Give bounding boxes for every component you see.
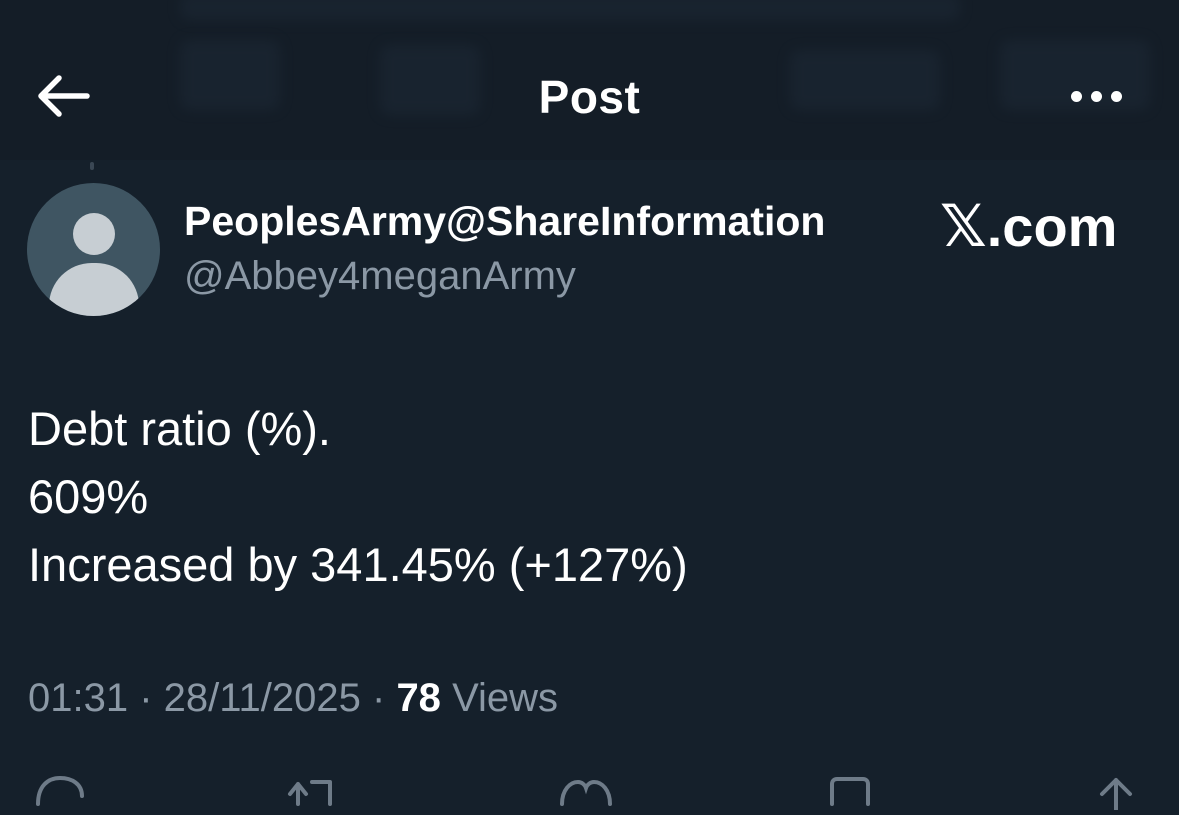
- author-display-name[interactable]: PeoplesArmy@ShareInformation: [184, 198, 825, 245]
- meta-separator: ·: [128, 676, 164, 720]
- post-line: Debt ratio (%).: [28, 402, 331, 455]
- more-horizontal-icon-dot: [1110, 90, 1122, 102]
- views-label: Views: [452, 676, 559, 720]
- blurred-header-content: [180, 0, 960, 20]
- bookmark-button[interactable]: [820, 770, 880, 810]
- back-button[interactable]: [26, 64, 98, 128]
- watermark-domain: .com: [986, 194, 1118, 258]
- more-options-button[interactable]: [1056, 70, 1136, 122]
- x-com-watermark: 𝕏 .com: [940, 192, 1117, 260]
- author-handle[interactable]: @Abbey4meganArmy: [184, 254, 576, 299]
- page-title: Post: [538, 71, 641, 123]
- post-body: Debt ratio (%). 609% Increased by 341.45…: [28, 395, 688, 599]
- default-avatar-icon: [73, 213, 115, 255]
- top-bar: Post: [0, 40, 1179, 152]
- like-button[interactable]: [556, 770, 616, 810]
- default-avatar-icon-body: [49, 263, 139, 316]
- action-bar: [0, 770, 1179, 812]
- x-logo-icon: 𝕏: [940, 192, 987, 260]
- repost-icon: [288, 780, 332, 806]
- share-button[interactable]: [1086, 770, 1146, 812]
- post-time[interactable]: 01:31: [28, 676, 128, 720]
- post-line: 609%: [28, 470, 149, 523]
- views-count: 78: [396, 676, 441, 720]
- share-icon: [1100, 778, 1132, 812]
- more-horizontal-icon: [1070, 90, 1082, 102]
- reply-button[interactable]: [30, 770, 90, 810]
- meta-separator: ·: [360, 676, 397, 720]
- more-horizontal-icon-dot: [1090, 90, 1102, 102]
- post-metadata: 01:31 · 28/11/2025 · 78 Views: [28, 676, 558, 721]
- page-title-wrap: Post: [0, 70, 1179, 124]
- thread-connector: [90, 162, 94, 170]
- arrow-left-icon: [38, 75, 90, 117]
- avatar[interactable]: [27, 183, 160, 316]
- repost-button[interactable]: [284, 770, 344, 810]
- reply-icon: [36, 775, 84, 806]
- post-date[interactable]: 28/11/2025: [164, 676, 361, 720]
- post-line: Increased by 341.45% (+127%): [28, 538, 688, 591]
- bookmark-icon: [830, 777, 870, 806]
- like-icon: [560, 779, 612, 806]
